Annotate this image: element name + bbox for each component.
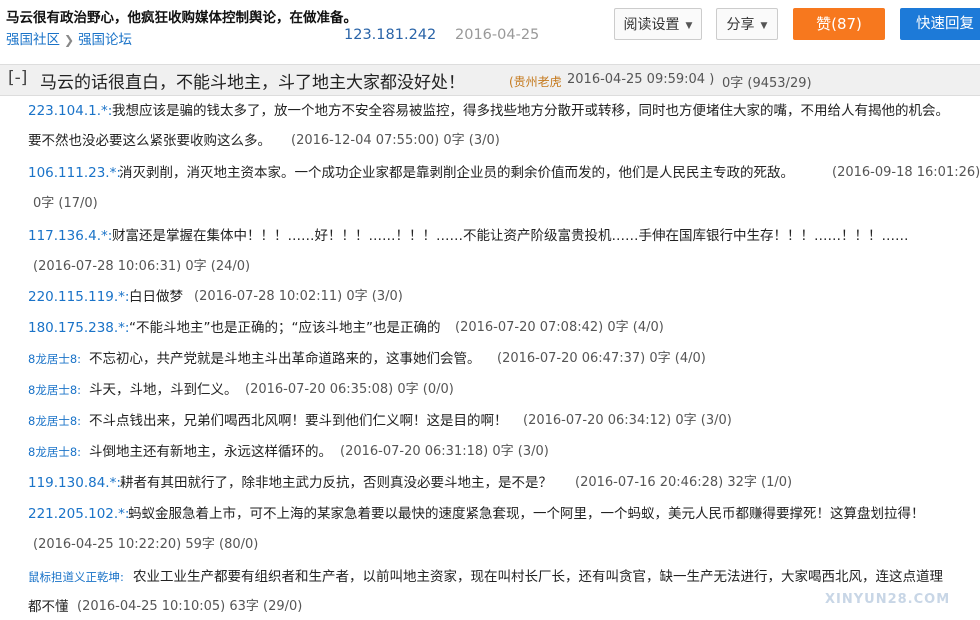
main-post-bar: [-] 马云的话很直白，不能斗地主，斗了地主大家都没好处！ (贵州老虎 2016… [0, 64, 980, 96]
collapse-toggle[interactable]: [-] [8, 68, 27, 88]
share-button[interactable]: 分享 ▼ [716, 8, 778, 40]
reply-body[interactable]: “不能斗地主”也是正确的；“应该斗地主”也是正确的 [129, 315, 440, 341]
chevron-right-icon: ❯ [64, 33, 75, 47]
chevron-down-icon: ▼ [760, 21, 768, 31]
breadcrumb-item-forum[interactable]: 强国论坛 [78, 32, 132, 48]
reply-author[interactable]: 8龙居士8: [28, 346, 81, 372]
reply-meta: (2016-07-20 06:35:08) 0字 (0/0) [245, 382, 454, 397]
reply-author[interactable]: 221.205.102.*: [28, 501, 129, 527]
reply-author[interactable]: 180.175.238.*: [28, 315, 129, 341]
reply-item: 221.205.102.*: 蚂蚁金服急着上市，可不上海的某家急着要以最快的速度… [0, 501, 980, 557]
reply-body[interactable]: 消灭剥削，消灭地主资本家。一个成功企业家都是靠剥削企业员的剩余价值而发的，他们是… [119, 160, 794, 186]
page-title: 马云很有政治野心，他疯狂收购媒体控制舆论，在做准备。 [6, 10, 357, 26]
share-label: 分享 [726, 17, 755, 33]
post-date: 2016-04-25 [455, 27, 540, 43]
chevron-down-icon: ▼ [685, 21, 693, 31]
reply-item: 117.136.4.*: 财富还是掌握在集体中！！！……好！！！……！！！……不… [0, 223, 980, 279]
breadcrumb-item-community[interactable]: 强国社区 [6, 32, 60, 48]
main-post-title[interactable]: 马云的话很直白，不能斗地主，斗了地主大家都没好处！ [40, 68, 465, 93]
reply-meta: (2016-07-16 20:46:28) 32字 (1/0) [575, 475, 793, 490]
header: 马云很有政治野心，他疯狂收购媒体控制舆论，在做准备。 强国社区 ❯ 强国论坛 123… [0, 0, 980, 58]
reply-meta: (2016-04-25 10:10:05) 63字 (29/0) [77, 599, 303, 614]
reply-meta: (2016-12-04 07:55:00) 0字 (3/0) [291, 133, 500, 148]
reply-meta: (2016-07-20 06:31:18) 0字 (3/0) [340, 444, 549, 459]
reply-meta: (2016-07-28 10:02:11) 0字 (3/0) [194, 289, 403, 304]
reply-author[interactable]: 220.115.119.*: [28, 284, 129, 310]
reply-body[interactable]: 不斗点钱出来，兄弟们喝西北风啊！要斗到他们仁义啊！这是目的啊！ [89, 408, 508, 434]
reply-body[interactable]: 财富还是掌握在集体中！！！……好！！！……！！！……不能让资产阶级富贵投机……手… [112, 223, 909, 249]
reply-body[interactable]: 斗倒地主还有新地主，永远这样循环的。 [89, 439, 332, 465]
reply-meta: (2016-07-28 10:06:31) 0字 (24/0) [33, 259, 251, 274]
reply-author[interactable]: 106.111.23.*: [28, 160, 121, 186]
like-button[interactable]: 赞(87) [793, 8, 885, 40]
reply-meta: (2016-04-25 10:22:20) 59字 (80/0) [33, 537, 259, 552]
reply-body[interactable]: 我想应该是骗的钱太多了，放一个地方不安全容易被监控，得多找些地方分散开或转移，同… [112, 98, 949, 124]
poster-ip[interactable]: 123.181.242 [344, 27, 436, 43]
main-post-time: 2016-04-25 09:59:04 ) [567, 72, 715, 87]
reply-meta: (2016-07-20 06:47:37) 0字 (4/0) [497, 351, 706, 366]
reply-body[interactable]: 斗天，斗地，斗到仁义。 [89, 377, 238, 403]
reply-meta-count: 0字 (17/0) [33, 196, 98, 211]
reply-author[interactable]: 鼠标担道义正乾坤: [28, 564, 124, 590]
read-settings-button[interactable]: 阅读设置 ▼ [614, 8, 702, 40]
reply-meta-time: (2016-09-18 16:01:26) [832, 165, 980, 180]
breadcrumb: 强国社区 ❯ 强国论坛 [6, 28, 132, 48]
read-settings-label: 阅读设置 [623, 17, 680, 33]
reply-body[interactable]: 白日做梦 [129, 284, 183, 310]
reply-body-cont[interactable]: 要不然也没必要这么紧张要收购这么多。 [28, 128, 271, 154]
reply-body-cont[interactable]: 都不懂 [28, 594, 69, 620]
reply-body[interactable]: 农业工业生产都要有组织者和生产者，以前叫地主资家，现在叫村长厂长，还有叫贪官，缺… [133, 564, 943, 590]
reply-author[interactable]: 119.130.84.*: [28, 470, 121, 496]
main-post-count: 0字 (9453/29) [722, 76, 812, 91]
reply-author[interactable]: 117.136.4.*: [28, 223, 112, 249]
reply-meta: (2016-07-20 06:34:12) 0字 (3/0) [523, 413, 732, 428]
reply-author[interactable]: 8龙居士8: [28, 439, 81, 465]
reply-body[interactable]: 蚂蚁金服急着上市，可不上海的某家急着要以最快的速度紧急套现，一个阿里，一个蚂蚁，… [128, 501, 925, 527]
reply-item: 223.104.1.*: 我想应该是骗的钱太多了，放一个地方不安全容易被监控，得… [0, 98, 980, 154]
reply-item: 106.111.23.*: 消灭剥削，消灭地主资本家。一个成功企业家都是靠剥削企… [0, 160, 980, 216]
main-post-author[interactable]: (贵州老虎 [509, 73, 562, 90]
quick-reply-button[interactable]: 快速回复 [900, 8, 980, 40]
reply-author[interactable]: 223.104.1.*: [28, 98, 112, 124]
reply-body[interactable]: 不忘初心，共产党就是斗地主斗出革命道路来的，这事她们会管。 [89, 346, 481, 372]
reply-author[interactable]: 8龙居士8: [28, 408, 81, 434]
reply-body[interactable]: 耕者有其田就行了，除非地主武力反抗，否则真没必要斗地主，是不是？ [120, 470, 552, 496]
site-watermark: XINYUN28.COM [825, 592, 951, 607]
reply-meta: (2016-07-20 07:08:42) 0字 (4/0) [455, 320, 664, 335]
reply-author[interactable]: 8龙居士8: [28, 377, 81, 403]
